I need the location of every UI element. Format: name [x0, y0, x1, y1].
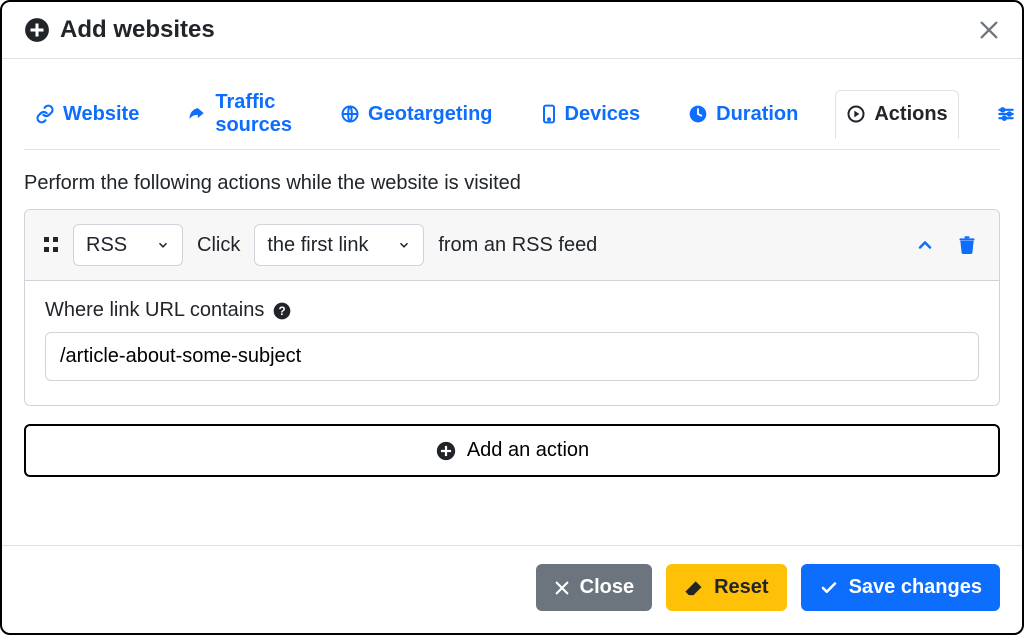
- reset-button[interactable]: Reset: [666, 564, 786, 611]
- save-label: Save changes: [849, 576, 982, 599]
- reset-label: Reset: [714, 576, 768, 599]
- collapse-toggle[interactable]: [911, 231, 939, 259]
- drag-handle-icon[interactable]: [43, 235, 59, 255]
- suffix-label: from an RSS feed: [438, 234, 597, 257]
- link-icon: [35, 104, 55, 124]
- tab-label: Website: [63, 103, 139, 126]
- tab-duration[interactable]: Duration: [677, 90, 809, 139]
- sliders-icon: [996, 104, 1016, 124]
- chevron-down-icon: [397, 238, 411, 252]
- help-icon[interactable]: ?: [272, 301, 292, 321]
- modal-header: Add websites: [2, 2, 1022, 59]
- tab-label: Actions: [874, 103, 947, 126]
- eraser-icon: [684, 579, 704, 597]
- close-label: Close: [580, 576, 634, 599]
- tab-label: Duration: [716, 103, 798, 126]
- action-card-body: Where link URL contains ?: [25, 281, 999, 405]
- play-circle-icon: [846, 104, 866, 124]
- clock-icon: [688, 104, 708, 124]
- tab-bar: Website Traffic sources Geotargeting Dev…: [24, 77, 1000, 150]
- mobile-icon: [541, 104, 557, 124]
- tab-label: Geotargeting: [368, 103, 492, 126]
- save-changes-button[interactable]: Save changes: [801, 564, 1000, 611]
- close-button[interactable]: Close: [536, 564, 652, 611]
- section-intro: Perform the following actions while the …: [24, 166, 1000, 209]
- tab-website[interactable]: Website: [24, 90, 150, 139]
- action-card-header: RSS Click the first link from an RSS fee…: [25, 210, 999, 281]
- link-position-select[interactable]: the first link: [254, 224, 424, 266]
- globe-icon: [340, 104, 360, 124]
- tab-label: Traffic sources: [215, 91, 292, 137]
- chevron-down-icon: [156, 238, 170, 252]
- svg-text:?: ?: [279, 305, 286, 318]
- check-icon: [819, 579, 839, 597]
- plus-circle-icon: [24, 17, 50, 43]
- action-type-select[interactable]: RSS: [73, 224, 183, 266]
- close-icon[interactable]: [978, 19, 1000, 41]
- delete-action-button[interactable]: [953, 230, 981, 260]
- add-action-button[interactable]: Add an action: [24, 424, 1000, 477]
- x-icon: [554, 580, 570, 596]
- filter-label: Where link URL contains: [45, 299, 264, 322]
- add-websites-modal: Add websites Website Traffic sources: [0, 0, 1024, 635]
- action-card: RSS Click the first link from an RSS fee…: [24, 209, 1000, 406]
- modal-title: Add websites: [60, 16, 215, 44]
- tab-geotargeting[interactable]: Geotargeting: [329, 90, 503, 139]
- tab-actions[interactable]: Actions: [835, 90, 958, 139]
- modal-title-group: Add websites: [24, 16, 215, 44]
- click-label: Click: [197, 234, 240, 257]
- tab-limits[interactable]: Limits: [985, 90, 1024, 139]
- tab-devices[interactable]: Devices: [530, 90, 652, 139]
- share-icon: [187, 104, 207, 124]
- add-action-label: Add an action: [467, 439, 589, 462]
- select-value: the first link: [267, 234, 368, 257]
- url-contains-input[interactable]: [45, 332, 979, 381]
- modal-body: Website Traffic sources Geotargeting Dev…: [2, 59, 1022, 531]
- filter-label-row: Where link URL contains ?: [45, 299, 979, 322]
- modal-footer: Close Reset Save changes: [2, 545, 1022, 633]
- tab-label: Devices: [565, 103, 641, 126]
- tab-traffic-sources[interactable]: Traffic sources: [176, 78, 303, 150]
- plus-circle-icon: [435, 440, 457, 462]
- select-value: RSS: [86, 234, 127, 257]
